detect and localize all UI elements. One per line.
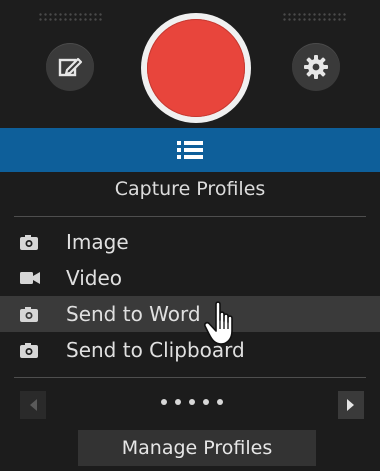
profile-item-send-to-clipboard[interactable]: Send to Clipboard	[0, 332, 380, 368]
camera-icon	[20, 306, 50, 322]
profile-label: Send to Word	[66, 302, 201, 326]
drag-handle-right[interactable]	[282, 12, 346, 22]
capture-toolbar	[0, 0, 380, 128]
gear-icon	[304, 55, 328, 79]
record-icon	[147, 19, 245, 117]
video-camera-icon	[20, 271, 50, 285]
divider-top	[14, 216, 366, 217]
profile-item-send-to-word[interactable]: Send to Word	[0, 296, 380, 332]
settings-button[interactable]	[292, 43, 340, 91]
pager-next-button[interactable]	[338, 391, 364, 419]
edit-button[interactable]	[46, 43, 94, 91]
capture-panel: Capture Profiles Image Video Send to Wor…	[0, 0, 380, 471]
record-button[interactable]	[141, 13, 251, 123]
page-dot[interactable]	[161, 399, 167, 405]
page-dot[interactable]	[217, 399, 223, 405]
list-icon	[177, 141, 203, 159]
hand-cursor-icon	[204, 301, 233, 345]
camera-icon	[20, 342, 50, 358]
divider-bottom	[14, 377, 366, 378]
profiles-menu-bar[interactable]	[0, 128, 380, 172]
profile-list: Image Video Send to Word Send to Clipboa…	[0, 224, 380, 368]
chevron-right-icon	[347, 399, 354, 411]
manage-profiles-button[interactable]: Manage Profiles	[78, 430, 316, 466]
profile-pager	[20, 391, 364, 419]
edit-icon	[58, 57, 83, 77]
profile-item-video[interactable]: Video	[0, 260, 380, 296]
profile-label: Image	[66, 230, 129, 254]
section-title: Capture Profiles	[114, 178, 266, 200]
profile-label: Video	[66, 266, 123, 290]
pager-prev-button[interactable]	[20, 391, 46, 419]
page-dot[interactable]	[203, 399, 209, 405]
profile-item-image[interactable]: Image	[0, 224, 380, 260]
drag-handle-left[interactable]	[38, 12, 102, 22]
camera-icon	[20, 234, 50, 250]
page-dot[interactable]	[175, 399, 181, 405]
page-indicator	[20, 399, 364, 405]
page-dot[interactable]	[189, 399, 195, 405]
